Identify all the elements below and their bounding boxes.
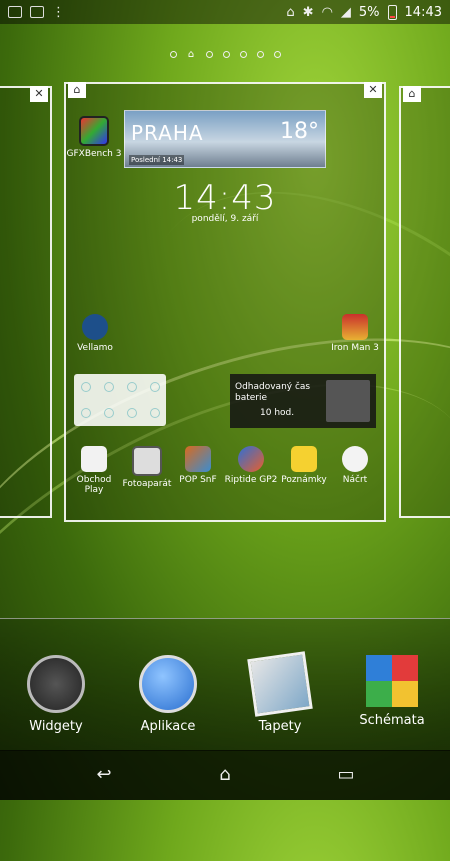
battery-estimate-widget[interactable]: Odhadovaný čas baterie 10 hod. [230,374,376,428]
pop-snf-label: POP SnF [179,475,217,485]
pop-snf-icon [185,446,211,472]
riptide-gp2-app[interactable]: Riptide GP2 [224,446,278,485]
bluetooth-icon: ✱ [302,4,314,20]
weather-widget[interactable]: PRAHA 18° Poslední 14:43 [124,110,326,168]
notes-label: Poznámky [281,475,327,485]
stamina-toggle-icon[interactable] [80,408,91,418]
rotation-toggle-icon[interactable] [103,408,114,418]
camera-label: Fotoaparát [122,479,172,489]
page-dot[interactable] [222,51,230,58]
homescreen-pane-right[interactable]: ⌂ [399,86,450,518]
gallery-notification-icon [8,6,22,18]
gfxbench-label: GFXBench 3 [66,149,122,159]
play-store-app[interactable]: Obchod Play [66,446,122,495]
usb-icon: ⋮ [52,4,65,20]
weather-city: PRAHA [131,121,204,145]
message-notification-icon [30,6,44,18]
ironman3-app[interactable]: Iron Man 3 [330,314,380,353]
themes-icon [366,655,418,707]
vellamo-app[interactable]: Vellamo [74,314,116,353]
recent-apps-icon[interactable]: ▭ [326,762,366,788]
sketch-label: Náčrt [342,475,368,485]
camera-app[interactable]: Fotoaparát [122,446,172,489]
customization-dock: Widgety Aplikace Tapety Schémata [0,618,450,751]
clock-widget[interactable]: 14:43 [160,178,290,218]
home-icon[interactable]: ⌂ [205,762,245,788]
widgets-button[interactable]: Widgety [6,655,106,734]
weather-temperature: 18° [280,119,319,144]
stamina-icon: ⌂ [286,4,295,20]
page-dot[interactable] [205,51,213,58]
battery-percentage: 5% [358,4,380,20]
battery-icon [387,4,397,20]
wallpapers-button[interactable]: Tapety [230,651,330,734]
battery-stamina-icon [326,380,370,422]
themes-button[interactable]: Schémata [342,655,442,728]
bluetooth-toggle-icon[interactable] [103,382,114,392]
widgets-icon [27,655,85,713]
wallpapers-icon [247,651,313,717]
vellamo-icon [82,314,108,340]
weather-updated: Poslední 14:43 [129,155,185,165]
themes-label: Schémata [359,713,425,728]
play-store-label: Obchod Play [76,475,112,495]
clock-date: pondělí, 9. září [191,214,259,224]
status-time: 14:43 [404,4,442,20]
data-toggle-icon[interactable] [149,408,160,418]
homescreen-pane-left[interactable]: ✕ [0,86,52,518]
navigation-bar: ↩ ⌂ ▭ [0,750,450,800]
camera-icon [132,446,162,476]
gfxbench-app[interactable]: GFXBench 3 [66,116,122,159]
close-pane-icon[interactable]: ✕ [30,86,48,102]
notes-icon [291,446,317,472]
quick-settings-widget[interactable] [74,374,166,426]
riptide-gp2-label: Riptide GP2 [224,475,278,485]
wallpapers-label: Tapety [258,719,302,734]
home-pane-icon[interactable]: ⌂ [403,86,421,102]
battery-widget-title: Odhadovaný čas baterie [235,382,311,403]
vellamo-label: Vellamo [77,343,113,353]
close-pane-icon[interactable]: ✕ [364,82,382,98]
notes-app[interactable]: Poznámky [280,446,328,485]
battery-widget-hours: 10 hod. [260,408,295,418]
ironman3-icon [342,314,368,340]
page-indicator: ⌂ [0,50,450,60]
page-dot[interactable] [169,51,177,58]
ironman3-label: Iron Man 3 [331,343,379,353]
apps-icon [139,655,197,713]
brightness-toggle-icon[interactable] [126,382,137,392]
sketch-icon [342,446,368,472]
apps-label: Aplikace [140,719,196,734]
page-dot[interactable] [239,51,247,58]
wifi-toggle-icon[interactable] [80,382,91,392]
gfxbench-icon [79,116,109,146]
back-icon[interactable]: ↩ [84,762,124,788]
play-store-icon [81,446,107,472]
sketch-app[interactable]: Náčrt [332,446,378,485]
home-pane-icon[interactable]: ⌂ [68,82,86,98]
status-bar: ⋮ ⌂ ✱ ◠ ◢ 5% 14:43 [0,0,450,24]
pop-snf-app[interactable]: POP SnF [174,446,222,485]
widgets-label: Widgety [29,719,83,734]
sync-toggle-icon[interactable] [149,382,160,392]
signal-icon: ◢ [340,4,351,20]
home-page-icon[interactable]: ⌂ [187,50,196,60]
wifi-icon: ◠ [321,4,333,20]
airplane-toggle-icon[interactable] [126,408,137,418]
riptide-gp2-icon [238,446,264,472]
page-dot[interactable] [273,51,281,58]
apps-button[interactable]: Aplikace [118,655,218,734]
page-dot[interactable] [256,51,264,58]
